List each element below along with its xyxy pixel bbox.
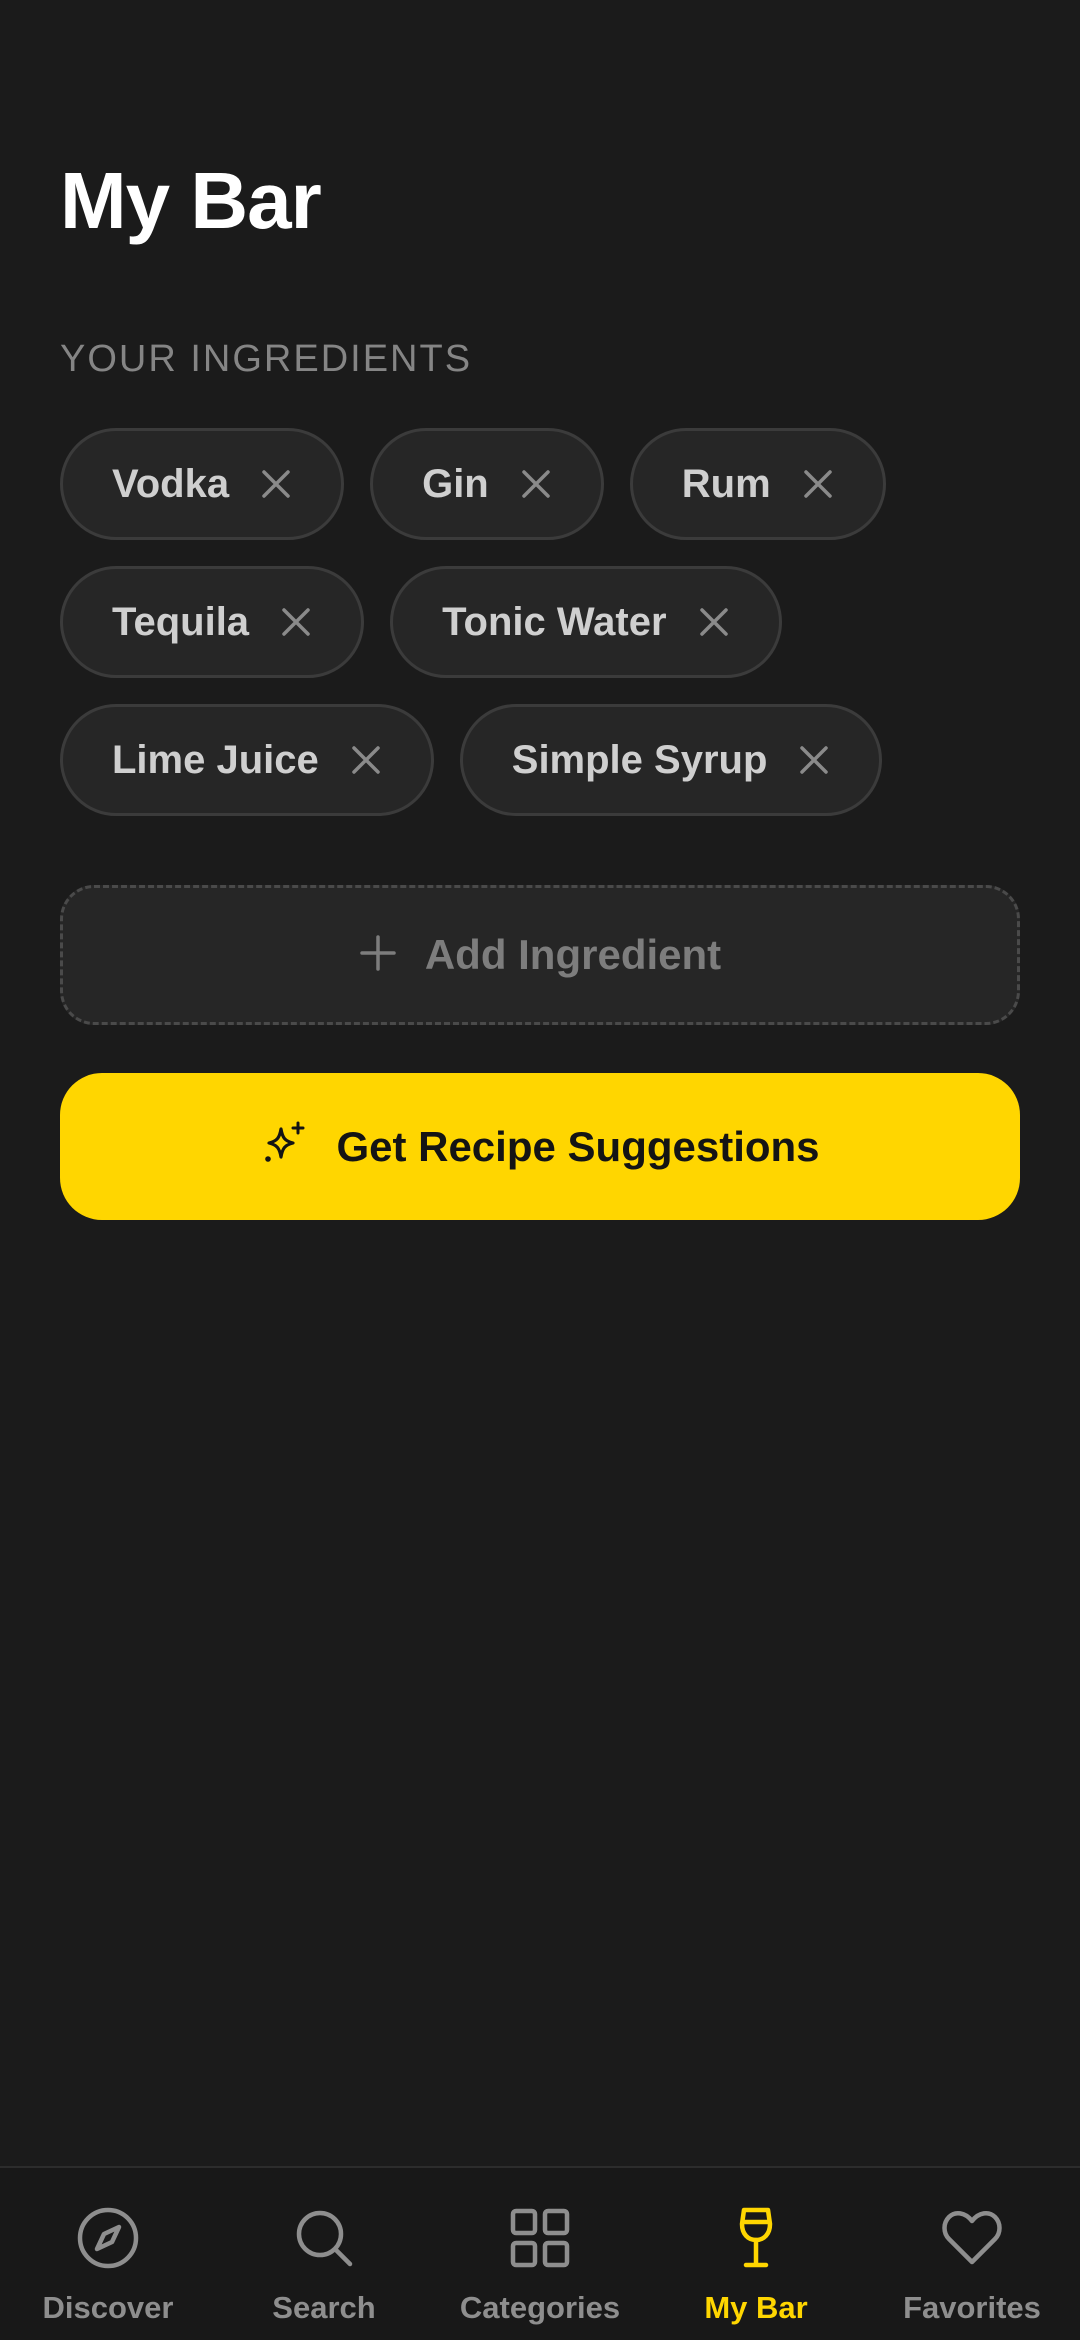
section-label-ingredients: YOUR INGREDIENTS (60, 338, 473, 380)
nav-item-discover[interactable]: Discover (0, 2168, 216, 2340)
heart-icon (940, 2206, 1004, 2270)
ingredient-chip-list: Vodka Gin Rum Tequila Tonic Water Lime J… (60, 428, 1020, 816)
add-ingredient-button[interactable]: Add Ingredient (60, 885, 1020, 1025)
remove-icon[interactable] (519, 467, 553, 501)
ingredient-chip-label: Lime Juice (112, 737, 319, 782)
get-recipe-suggestions-label: Get Recipe Suggestions (336, 1122, 820, 1170)
nav-label-discover: Discover (42, 2290, 174, 2325)
get-recipe-suggestions-button[interactable]: Get Recipe Suggestions (60, 1073, 1020, 1220)
nav-label-favorites: Favorites (903, 2290, 1041, 2325)
ingredient-chip: Tequila (60, 566, 365, 678)
ingredient-chip-label: Simple Syrup (511, 737, 768, 782)
ingredient-chip: Rum (629, 428, 886, 540)
remove-icon[interactable] (801, 467, 835, 501)
add-ingredient-label: Add Ingredient (424, 931, 722, 978)
nav-item-favorites[interactable]: Favorites (864, 2168, 1080, 2340)
nav-label-my-bar: My Bar (704, 2290, 808, 2325)
nav-item-categories[interactable]: Categories (432, 2168, 648, 2340)
remove-icon[interactable] (797, 743, 831, 777)
remove-icon[interactable] (697, 605, 731, 639)
compass-icon (76, 2206, 140, 2270)
nav-item-search[interactable]: Search (216, 2168, 432, 2340)
ingredient-chip-label: Tonic Water (442, 599, 667, 644)
bottom-navigation: Discover Search Categories My Bar Favori… (0, 2166, 1080, 2340)
ingredient-chip-label: Gin (422, 461, 489, 506)
my-bar-screen: My Bar YOUR INGREDIENTS Vodka Gin Rum Te… (0, 0, 1080, 2340)
sparkles-icon (260, 1119, 310, 1174)
page-title: My Bar (60, 156, 322, 245)
nav-item-my-bar[interactable]: My Bar (648, 2168, 864, 2340)
remove-icon[interactable] (349, 743, 383, 777)
wine-glass-icon (724, 2206, 788, 2270)
ingredient-chip: Vodka (60, 428, 345, 540)
ingredient-chip-label: Tequila (112, 599, 250, 644)
grid-icon (508, 2206, 572, 2270)
remove-icon[interactable] (259, 467, 293, 501)
ingredient-chip-label: Vodka (112, 461, 230, 506)
nav-label-categories: Categories (459, 2290, 621, 2325)
search-icon (292, 2206, 356, 2270)
ingredient-chip: Lime Juice (60, 704, 434, 816)
ingredient-chip-label: Rum (681, 461, 771, 506)
remove-icon[interactable] (279, 605, 313, 639)
plus-icon (359, 934, 397, 977)
ingredient-chip: Gin (370, 428, 604, 540)
ingredient-chip: Tonic Water (390, 566, 782, 678)
nav-label-search: Search (272, 2290, 376, 2325)
ingredient-chip: Simple Syrup (459, 704, 883, 816)
